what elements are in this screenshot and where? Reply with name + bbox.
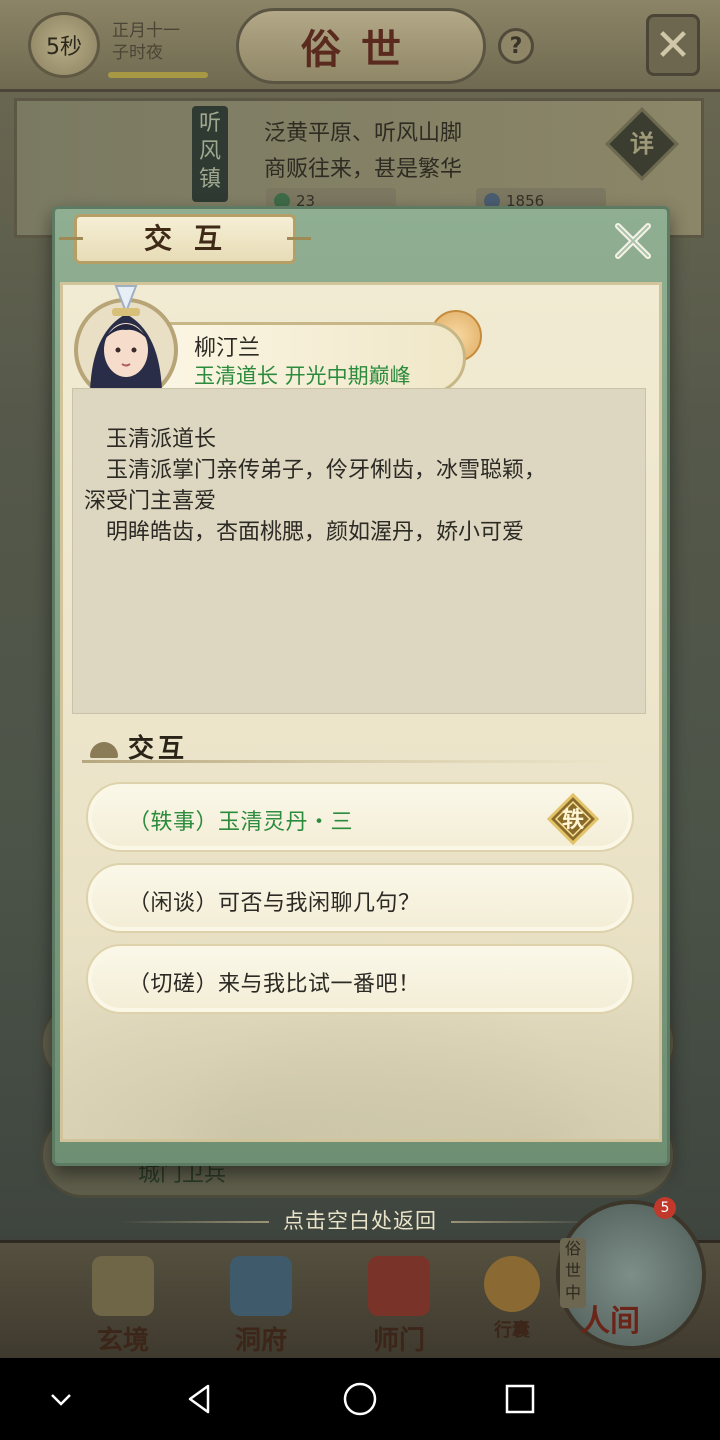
bag-icon — [484, 1256, 540, 1312]
nav-item-dongfu[interactable]: 洞府 — [216, 1256, 306, 1356]
system-back-button[interactable] — [176, 1376, 222, 1422]
game-date: 正月十一 子时夜 — [112, 20, 180, 64]
nav-label: 玄境 — [96, 1326, 149, 1356]
date-line-1: 正月十一 — [112, 21, 180, 41]
notification-badge: 5 — [654, 1197, 676, 1219]
npc-description-line: 玉清派道长 — [84, 427, 217, 452]
time-progress-bar — [108, 72, 208, 78]
option-label: （轶事）玉清灵丹・三 — [128, 810, 354, 835]
scene-title: 俗世 — [236, 8, 486, 84]
section-divider — [82, 760, 620, 763]
back-triangle-icon — [188, 1384, 210, 1414]
location-desc-line-2: 商贩往来，甚是繁华 — [264, 157, 463, 182]
nav-item-xuanjing[interactable]: 玄境 — [78, 1256, 168, 1356]
location-description: 泛黄平原、听风山脚 商贩往来，甚是繁华 — [264, 116, 462, 188]
world-label: 人间 — [580, 1304, 640, 1339]
scroll-icon — [92, 1256, 154, 1316]
dialog-title: 交互 — [59, 214, 311, 264]
chevron-down-icon — [51, 1394, 71, 1406]
option-anecdote-button[interactable]: （轶事）玉清灵丹・三 轶 — [86, 782, 634, 852]
option-label: （闲谈）可否与我闲聊几句？ — [128, 891, 421, 916]
timer-text: 5秒 — [46, 35, 82, 60]
game-screen: 5秒 正月十一 子时夜 俗世 ? ✕ 听风镇 泛黄平原、听风山脚 商贩往来，甚是… — [0, 0, 720, 1440]
npc-name: 柳汀兰 — [194, 336, 261, 361]
anecdote-tag-icon: 轶 — [546, 792, 600, 846]
npc-description-line: 深受门主喜爱 — [84, 489, 217, 514]
option-chat-button[interactable]: （闲谈）可否与我闲聊几句？ — [86, 863, 634, 933]
npc-title: 玉清道长 开光中期巅峰 — [194, 364, 411, 388]
close-icon: ✕ — [654, 19, 692, 71]
npc-description-line: 玉清派掌门亲传弟子，伶牙俐齿，冰雪聪颖， — [84, 458, 547, 483]
option-label: （切磋）来与我比试一番吧！ — [128, 972, 421, 997]
nav-label: 师门 — [372, 1326, 425, 1356]
system-recents-button[interactable] — [497, 1376, 543, 1422]
recents-square-icon — [505, 1384, 535, 1414]
system-collapse-button[interactable] — [38, 1376, 84, 1422]
scene-close-button[interactable]: ✕ — [646, 14, 700, 76]
date-line-2: 子时夜 — [112, 43, 163, 63]
pavilion-icon — [230, 1256, 292, 1316]
close-icon — [615, 223, 651, 259]
timer-badge: 5秒 — [28, 12, 100, 78]
home-circle-icon — [343, 1382, 377, 1416]
anecdote-tag-text: 轶 — [562, 807, 584, 833]
system-home-button[interactable] — [337, 1376, 383, 1422]
npc-description-line: 明眸皓齿，杏面桃腮，颜如渥丹，娇小可爱 — [84, 520, 525, 545]
nav-item-shimen[interactable]: 师门 — [354, 1256, 444, 1356]
nav-item-xingnang[interactable]: 行囊 — [470, 1256, 554, 1352]
return-hint-text: 点击空白处返回 — [283, 1209, 437, 1233]
option-spar-button[interactable]: （切磋）来与我比试一番吧！ — [86, 944, 634, 1014]
nav-label: 行囊 — [494, 1320, 530, 1341]
location-name: 听风镇 — [192, 106, 228, 202]
help-button[interactable]: ? — [498, 28, 534, 64]
nav-label: 洞府 — [234, 1326, 287, 1356]
banner-icon — [368, 1256, 430, 1316]
dialog-close-button[interactable] — [606, 216, 660, 266]
detail-label: 详 — [630, 129, 654, 158]
location-desc-line-1: 泛黄平原、听风山脚 — [264, 121, 463, 146]
